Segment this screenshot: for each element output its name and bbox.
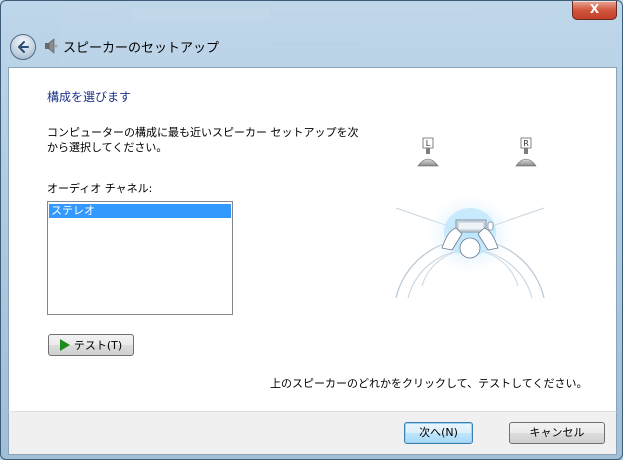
back-arrow-icon: [18, 41, 29, 53]
page-heading: 構成を選びます: [47, 90, 132, 104]
test-hint-text: 上のスピーカーのどれかをクリックして、テストしてください。: [270, 377, 588, 390]
next-button[interactable]: 次へ(N): [404, 422, 473, 444]
left-speaker-icon: [417, 158, 439, 167]
list-item-stereo[interactable]: ステレオ: [49, 204, 231, 218]
speaker-diagram: L R: [395, 137, 545, 299]
dialog-footer: 次へ(N) キャンセル: [8, 411, 617, 455]
description-text: コンピューターの構成に最も近いスピーカー セットアップを次から選択してください。: [47, 126, 359, 154]
right-speaker-icon: [515, 158, 537, 167]
audio-channel-list[interactable]: ステレオ: [47, 201, 233, 315]
test-button[interactable]: テスト(T): [48, 334, 134, 356]
speaker-left-label: L: [426, 139, 431, 148]
play-icon: [59, 339, 70, 351]
test-button-label: テスト(T): [73, 339, 123, 352]
cancel-button[interactable]: キャンセル: [509, 422, 605, 444]
dialog-window: X スピーカーのセットアップ 構成を選びます コンピューターの構成に最も近いスピ…: [0, 0, 623, 460]
close-button[interactable]: X: [572, 1, 617, 20]
speaker-icon: [45, 38, 58, 54]
back-button[interactable]: [10, 34, 36, 60]
audio-channel-label: オーディオ チャネル:: [47, 182, 153, 195]
window-title: スピーカーのセットアップ: [63, 41, 220, 56]
content-panel: 構成を選びます コンピューターの構成に最も近いスピーカー セットアップを次から選…: [8, 67, 617, 412]
speaker-right-label: R: [523, 139, 529, 148]
